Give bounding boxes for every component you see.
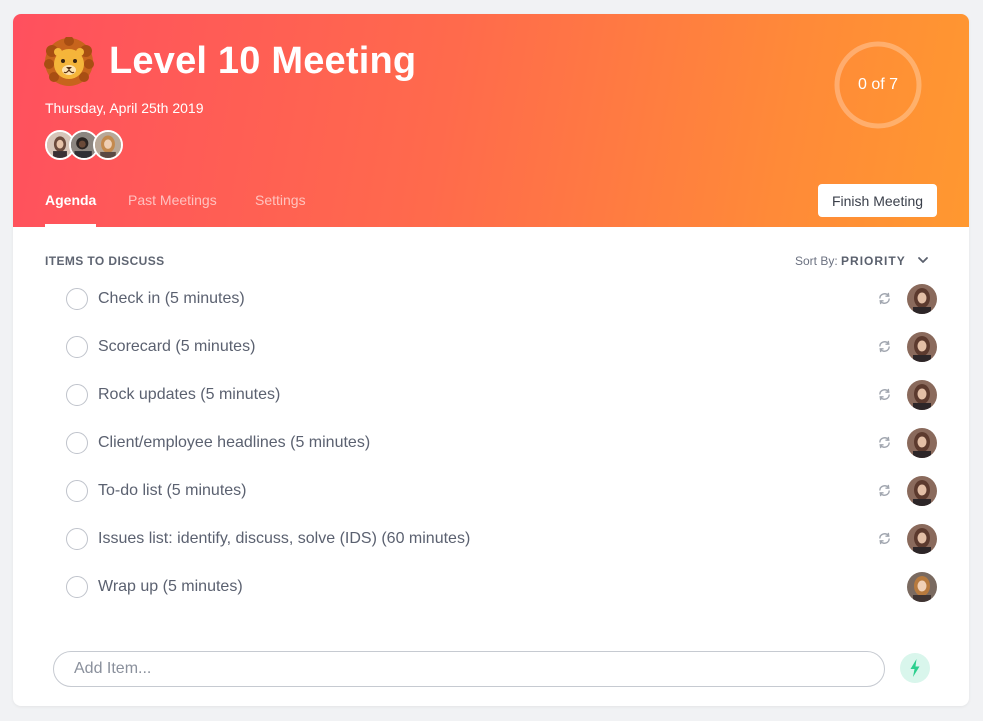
item-label: To-do list (5 minutes) <box>98 482 247 499</box>
avatar[interactable] <box>93 130 123 160</box>
meeting-title: Level 10 Meeting <box>109 40 417 82</box>
repeat-icon[interactable] <box>877 339 892 354</box>
avatar[interactable] <box>907 380 937 410</box>
progress-label: 0 of 7 <box>857 76 899 93</box>
repeat-icon[interactable] <box>877 387 892 402</box>
item-checkbox[interactable] <box>66 384 88 406</box>
item-checkbox[interactable] <box>66 480 88 502</box>
list-item: Wrap up (5 minutes) <box>13 563 969 611</box>
add-item-input[interactable] <box>53 651 885 687</box>
avatar[interactable] <box>907 572 937 602</box>
quick-add-button[interactable] <box>900 653 930 683</box>
avatar[interactable] <box>907 332 937 362</box>
sort-prefix: Sort By: <box>795 254 838 268</box>
meeting-date: Thursday, April 25th 2019 <box>45 100 204 116</box>
list-item: Client/employee headlines (5 minutes) <box>13 419 969 467</box>
repeat-icon[interactable] <box>877 435 892 450</box>
list-item: Scorecard (5 minutes) <box>13 323 969 371</box>
avatar[interactable] <box>907 428 937 458</box>
tab-agenda[interactable]: Agenda <box>45 192 97 227</box>
item-label: Rock updates (5 minutes) <box>98 386 281 403</box>
section-heading: ITEMS TO DISCUSS <box>45 254 165 268</box>
avatar[interactable] <box>907 284 937 314</box>
attendee-avatars <box>45 130 135 160</box>
lightning-bolt-icon <box>910 659 920 677</box>
repeat-icon[interactable] <box>877 531 892 546</box>
tab-past-meetings[interactable]: Past Meetings <box>128 192 217 227</box>
item-label: Client/employee headlines (5 minutes) <box>98 434 371 451</box>
tab-settings[interactable]: Settings <box>255 192 306 227</box>
item-checkbox[interactable] <box>66 528 88 550</box>
finish-meeting-button[interactable]: Finish Meeting <box>818 184 937 217</box>
item-checkbox[interactable] <box>66 576 88 598</box>
item-label: Check in (5 minutes) <box>98 290 245 307</box>
item-label: Issues list: identify, discuss, solve (I… <box>98 530 471 547</box>
list-item: Issues list: identify, discuss, solve (I… <box>13 515 969 563</box>
item-checkbox[interactable] <box>66 432 88 454</box>
item-label: Wrap up (5 minutes) <box>98 578 243 595</box>
repeat-icon[interactable] <box>877 483 892 498</box>
chevron-down-icon[interactable] <box>917 254 929 266</box>
sort-value: PRIORITY <box>841 254 906 268</box>
item-checkbox[interactable] <box>66 288 88 310</box>
sort-dropdown[interactable]: Sort By: PRIORITY <box>795 254 906 268</box>
avatar[interactable] <box>907 524 937 554</box>
item-checkbox[interactable] <box>66 336 88 358</box>
repeat-icon[interactable] <box>877 291 892 306</box>
avatar[interactable] <box>907 476 937 506</box>
list-item: Rock updates (5 minutes) <box>13 371 969 419</box>
item-label: Scorecard (5 minutes) <box>98 338 256 355</box>
lion-face-icon <box>44 37 94 86</box>
list-item: Check in (5 minutes) <box>13 275 969 323</box>
list-item: To-do list (5 minutes) <box>13 467 969 515</box>
meeting-header: Level 10 Meeting Thursday, April 25th 20… <box>13 14 969 227</box>
meeting-card: Level 10 Meeting Thursday, April 25th 20… <box>13 14 969 706</box>
